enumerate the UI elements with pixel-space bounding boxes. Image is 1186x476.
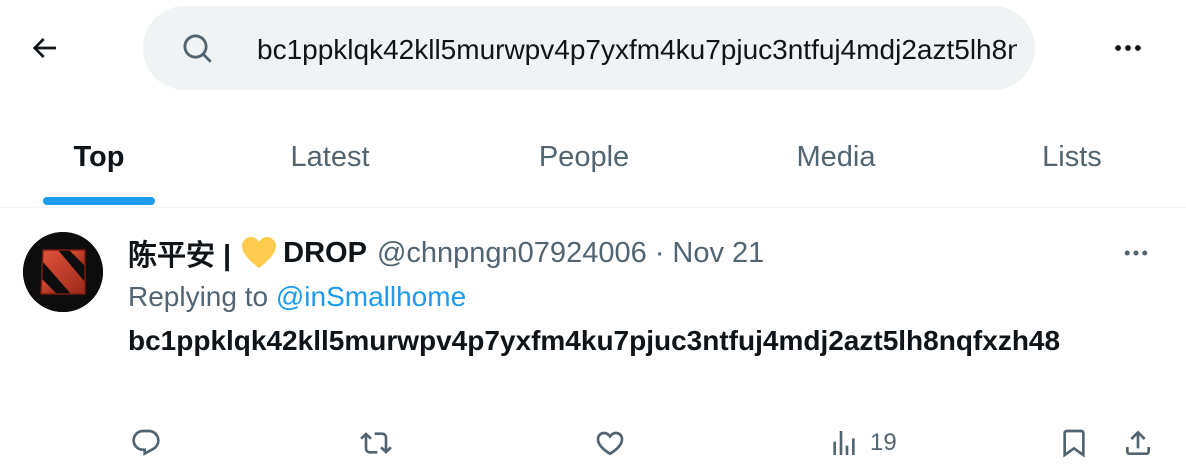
tweet[interactable]: 陈平安 | DROP @chnpngn07924006 · Nov 21 Rep… — [0, 209, 1186, 476]
tab-lists[interactable]: Lists — [1020, 108, 1124, 207]
heart-outline-icon — [596, 431, 624, 456]
retweet-button[interactable] — [360, 421, 392, 465]
mention-link[interactable]: @inSmallhome — [276, 281, 466, 312]
avatar-logo-icon — [23, 232, 103, 312]
retweet-icon — [360, 432, 392, 454]
share-button[interactable] — [1122, 421, 1154, 465]
display-name[interactable]: 陈平安 | — [128, 232, 231, 274]
search-icon — [183, 34, 212, 63]
tweet-header: 陈平安 | DROP @chnpngn07924006 · Nov 21 — [128, 233, 764, 273]
tweet-actions: 19 — [0, 421, 1186, 465]
tweet-text: bc1ppklqk42kll5murwpv4p7yxfm4ku7pjuc3ntf… — [128, 325, 1061, 356]
badge-text: DROP — [283, 236, 367, 269]
replying-label: Replying to — [128, 281, 269, 312]
more-options-button[interactable] — [1106, 26, 1150, 70]
views-button[interactable]: 19 — [828, 421, 897, 465]
tab-media[interactable]: Media — [776, 108, 896, 207]
tweet-more-button[interactable] — [1116, 233, 1156, 273]
more-horizontal-icon — [1124, 250, 1148, 256]
reply-button[interactable] — [130, 421, 162, 465]
yellow-heart-icon — [242, 237, 277, 268]
reply-icon — [132, 429, 160, 456]
views-chart-icon — [833, 431, 855, 455]
arrow-left-icon — [32, 38, 56, 58]
tab-latest[interactable]: Latest — [270, 108, 390, 207]
replying-to-line: Replying to @inSmallhome — [128, 279, 466, 315]
like-button[interactable] — [594, 421, 626, 465]
bookmark-icon — [1063, 429, 1085, 458]
user-handle[interactable]: @chnpngn07924006 — [377, 237, 647, 270]
top-bar: bc1ppklqk42kll5murwpv4p7yxfm4ku7pjuc3ntf… — [0, 0, 1186, 100]
bookmark-button[interactable] — [1058, 421, 1090, 465]
search-tabs: Top Latest People Media Lists — [0, 108, 1186, 208]
active-tab-indicator — [43, 197, 155, 205]
avatar[interactable] — [23, 232, 103, 312]
more-horizontal-icon — [1115, 45, 1141, 51]
search-input[interactable]: bc1ppklqk42kll5murwpv4p7yxfm4ku7pjuc3ntf… — [257, 30, 1017, 70]
share-icon — [1126, 430, 1150, 455]
views-count: 19 — [870, 429, 897, 456]
separator-dot: · — [654, 236, 665, 269]
tab-people[interactable]: People — [518, 108, 650, 207]
tab-top[interactable]: Top — [43, 108, 155, 207]
search-box[interactable]: bc1ppklqk42kll5murwpv4p7yxfm4ku7pjuc3ntf… — [143, 6, 1035, 90]
back-button[interactable] — [22, 26, 66, 70]
tweet-date[interactable]: Nov 21 — [672, 237, 764, 270]
